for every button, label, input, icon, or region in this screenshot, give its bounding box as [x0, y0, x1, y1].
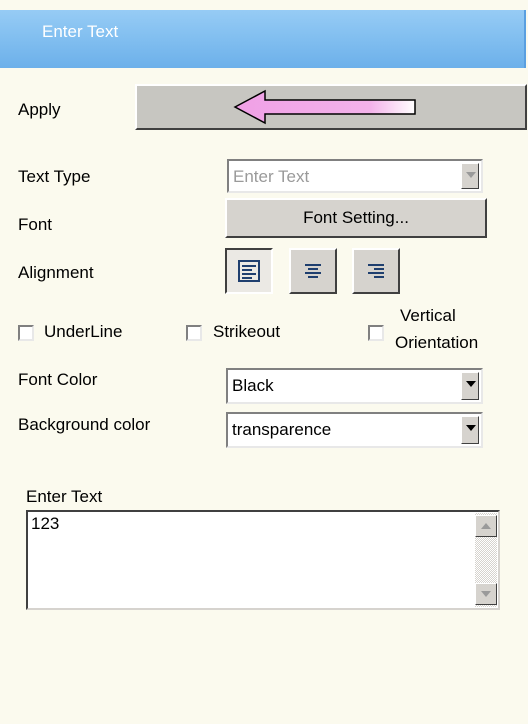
enter-text-value: 123 [31, 514, 60, 533]
header-top-strip [0, 0, 526, 10]
align-left-button[interactable] [225, 248, 273, 294]
text-type-select[interactable]: Enter Text [227, 159, 483, 193]
apply-label: Apply [18, 100, 61, 119]
align-right-button[interactable] [352, 248, 400, 294]
strikeout-label: Strikeout [213, 322, 281, 341]
text-type-value: Enter Text [233, 167, 310, 186]
align-center-button[interactable] [289, 248, 337, 294]
vertical-orientation-checkbox[interactable] [368, 325, 384, 341]
text-type-label: Text Type [18, 167, 91, 186]
vertical-label-line2: Orientation [395, 333, 479, 352]
left-arrow-icon [233, 89, 416, 125]
font-color-value: Black [232, 376, 274, 395]
background-color-label: Background color [18, 415, 151, 434]
underline-label: UnderLine [44, 322, 123, 341]
scroll-up-icon[interactable] [475, 515, 497, 537]
font-color-select[interactable]: Black [226, 368, 483, 404]
font-setting-button[interactable]: Font Setting... [225, 198, 487, 238]
font-color-label: Font Color [18, 370, 98, 389]
apply-button[interactable] [135, 84, 527, 130]
strikeout-checkbox[interactable] [186, 325, 202, 341]
scroll-down-icon[interactable] [475, 583, 497, 605]
font-label: Font [18, 215, 53, 234]
panel-header: Enter Text [0, 0, 526, 68]
header-title: Enter Text [42, 22, 119, 41]
chevron-down-icon[interactable] [461, 416, 479, 444]
enter-text-label: Enter Text [26, 487, 103, 506]
chevron-down-icon[interactable] [461, 163, 479, 189]
alignment-label: Alignment [18, 263, 94, 282]
background-color-value: transparence [232, 420, 332, 439]
underline-checkbox[interactable] [18, 325, 34, 341]
align-center-icon [302, 260, 324, 282]
background-color-select[interactable]: transparence [226, 412, 483, 448]
align-left-icon [238, 260, 260, 282]
align-right-icon [365, 260, 387, 282]
chevron-down-icon[interactable] [461, 372, 479, 400]
vertical-label-line1: Vertical [400, 306, 456, 325]
enter-text-field[interactable]: 123 [26, 510, 500, 610]
vertical-scrollbar[interactable] [475, 513, 497, 607]
